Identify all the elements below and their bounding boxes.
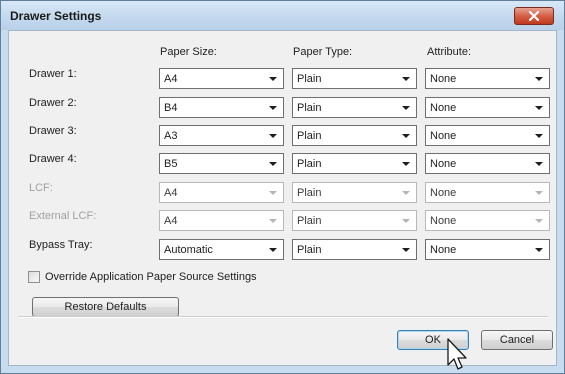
dialog-title: Drawer Settings	[10, 9, 102, 23]
bypass-tray-paper-type-select[interactable]: Plain	[292, 239, 417, 260]
lcf-attribute-value: None	[430, 187, 457, 199]
cancel-button[interactable]: Cancel	[481, 330, 553, 350]
drawer-3-attribute-select[interactable]: None	[425, 125, 550, 146]
bypass-tray-paper-size-select[interactable]: Automatic	[159, 239, 284, 260]
override-paper-source-label[interactable]: Override Application Paper Source Settin…	[45, 271, 257, 283]
drawer-2-paper-type-select[interactable]: Plain	[292, 97, 417, 118]
dialog-body: Paper Size: Paper Type: Attribute: Drawe…	[8, 30, 557, 366]
external-lcf-paper-type-value: Plain	[297, 215, 322, 227]
chevron-down-icon	[402, 77, 410, 81]
drawer-1-attribute-value: None	[430, 73, 457, 85]
chevron-down-icon	[269, 77, 277, 81]
drawer-4-attribute-select[interactable]: None	[425, 153, 550, 174]
drawer-2-paper-size-select[interactable]: B4	[159, 97, 284, 118]
title-bar[interactable]: Drawer Settings	[1, 1, 564, 30]
external-lcf-paper-type-select: Plain	[292, 210, 417, 231]
drawer-2-paper-type-value: Plain	[297, 102, 322, 114]
chevron-down-icon	[402, 248, 410, 252]
bypass-tray-attribute-select[interactable]: None	[425, 239, 550, 260]
drawer-2-attribute-select[interactable]: None	[425, 97, 550, 118]
lcf-paper-type-select: Plain	[292, 182, 417, 203]
bypass-tray-label: Bypass Tray:	[29, 239, 93, 251]
bypass-tray-paper-size-value: Automatic	[164, 244, 213, 256]
chevron-down-icon	[269, 162, 277, 166]
external-lcf-attribute-value: None	[430, 215, 457, 227]
drawer-3-paper-size-value: A3	[164, 130, 178, 142]
lcf-label: LCF:	[29, 182, 53, 194]
external-lcf-attribute-select: None	[425, 210, 550, 231]
drawer-1-paper-size-value: A4	[164, 73, 178, 85]
bypass-tray-paper-type-value: Plain	[297, 244, 322, 256]
chevron-down-icon	[535, 162, 543, 166]
separator	[18, 316, 548, 318]
drawer-4-label: Drawer 4:	[29, 153, 77, 165]
chevron-down-icon	[269, 191, 277, 195]
drawer-4-paper-type-select[interactable]: Plain	[292, 153, 417, 174]
drawer-3-label: Drawer 3:	[29, 125, 77, 137]
chevron-down-icon	[269, 248, 277, 252]
drawer-2-paper-size-value: B4	[164, 102, 178, 114]
drawer-1-label: Drawer 1:	[29, 68, 77, 80]
lcf-paper-size-select: A4	[159, 182, 284, 203]
chevron-down-icon	[402, 191, 410, 195]
drawer-1-paper-type-value: Plain	[297, 73, 322, 85]
close-button[interactable]	[514, 7, 554, 25]
chevron-down-icon	[402, 106, 410, 110]
drawer-1-paper-size-select[interactable]: A4	[159, 68, 284, 89]
chevron-down-icon	[402, 134, 410, 138]
drawer-4-paper-type-value: Plain	[297, 158, 322, 170]
drawer-3-paper-type-value: Plain	[297, 130, 322, 142]
mouse-pointer-icon	[447, 338, 467, 370]
bypass-tray-attribute-value: None	[430, 244, 457, 256]
restore-defaults-button[interactable]: Restore Defaults	[32, 297, 179, 317]
column-header-paper-size: Paper Size:	[160, 46, 217, 58]
drawer-2-attribute-value: None	[430, 102, 457, 114]
column-header-paper-type: Paper Type:	[293, 46, 353, 58]
dialog-window: Drawer Settings Paper Size: Paper Type: …	[0, 0, 565, 374]
chevron-down-icon	[535, 191, 543, 195]
external-lcf-paper-size-value: A4	[164, 215, 178, 227]
chevron-down-icon	[269, 134, 277, 138]
drawer-1-paper-type-select[interactable]: Plain	[292, 68, 417, 89]
lcf-paper-type-value: Plain	[297, 187, 322, 199]
chevron-down-icon	[535, 77, 543, 81]
chevron-down-icon	[269, 106, 277, 110]
drawer-4-paper-size-select[interactable]: B5	[159, 153, 284, 174]
chevron-down-icon	[535, 219, 543, 223]
drawer-1-attribute-select[interactable]: None	[425, 68, 550, 89]
override-paper-source-checkbox[interactable]	[28, 271, 40, 283]
drawer-3-attribute-value: None	[430, 130, 457, 142]
column-header-attribute: Attribute:	[427, 46, 472, 58]
close-icon	[528, 11, 540, 21]
lcf-paper-size-value: A4	[164, 187, 178, 199]
chevron-down-icon	[402, 219, 410, 223]
chevron-down-icon	[269, 219, 277, 223]
drawer-3-paper-type-select[interactable]: Plain	[292, 125, 417, 146]
chevron-down-icon	[535, 248, 543, 252]
chevron-down-icon	[535, 134, 543, 138]
drawer-4-attribute-value: None	[430, 158, 457, 170]
lcf-attribute-select: None	[425, 182, 550, 203]
drawer-3-paper-size-select[interactable]: A3	[159, 125, 284, 146]
chevron-down-icon	[535, 106, 543, 110]
external-lcf-label: External LCF:	[29, 210, 97, 222]
external-lcf-paper-size-select: A4	[159, 210, 284, 231]
chevron-down-icon	[402, 162, 410, 166]
drawer-4-paper-size-value: B5	[164, 158, 178, 170]
drawer-2-label: Drawer 2:	[29, 97, 77, 109]
